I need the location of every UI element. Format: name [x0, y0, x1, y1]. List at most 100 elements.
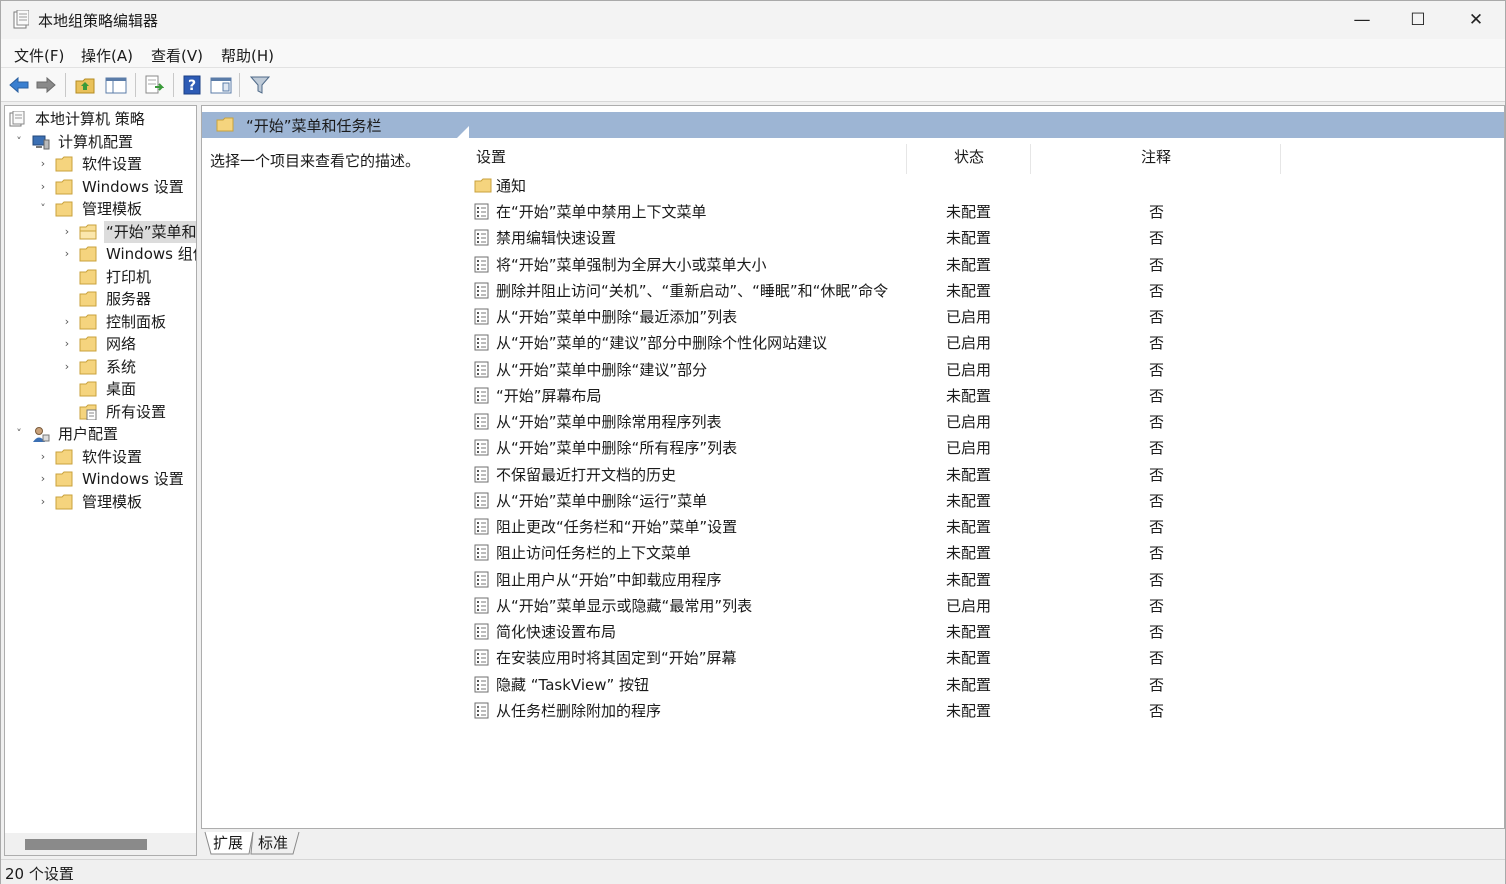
chevron-right-icon[interactable]: ›	[37, 468, 49, 490]
setting-state: 未配置	[946, 570, 992, 589]
column-divider[interactable]	[906, 144, 907, 174]
tree-item-label: 管理模板	[82, 492, 143, 511]
tree-item[interactable]: › Windows 设置	[5, 176, 196, 198]
chevron-right-icon[interactable]: ›	[37, 491, 49, 513]
policy-setting-icon	[474, 466, 489, 482]
folder-open-icon	[79, 224, 97, 239]
setting-row[interactable]: 不保留最近打开文档的历史 未配置 否	[474, 461, 1294, 487]
setting-row[interactable]: 从“开始”菜单中删除“运行”菜单 未配置 否	[474, 487, 1294, 513]
setting-row[interactable]: 从“开始”菜单中删除“最近添加”列表 已启用 否	[474, 303, 1294, 329]
tree-item[interactable]: › 软件设置	[5, 446, 196, 468]
tree-item[interactable]: › 软件设置	[5, 153, 196, 175]
folder-icon	[79, 314, 97, 329]
filter-button[interactable]	[248, 73, 272, 97]
setting-state: 已启用	[946, 360, 992, 379]
tree-item[interactable]: › 系统	[5, 356, 196, 378]
tree-item[interactable]: 打印机	[5, 266, 196, 288]
chevron-right-icon[interactable]: ›	[61, 333, 73, 355]
setting-name: 从“开始”菜单中删除“运行”菜单	[496, 491, 708, 510]
show-hide-tree-button[interactable]	[104, 73, 128, 97]
tab-standard[interactable]: 标准	[254, 832, 292, 854]
tree-item[interactable]: 服务器	[5, 288, 196, 310]
scrollbar-thumb[interactable]	[25, 839, 147, 850]
tree-item[interactable]: › 控制面板	[5, 311, 196, 333]
policy-setting-icon	[474, 387, 489, 404]
setting-row[interactable]: 从“开始”菜单显示或隐藏“最常用”列表 已启用 否	[474, 592, 1294, 618]
setting-row[interactable]: 简化快速设置布局 未配置 否	[474, 618, 1294, 644]
setting-row[interactable]: 阻止更改“任务栏和“开始”菜单”设置 未配置 否	[474, 513, 1294, 539]
show-hide-tree-icon	[105, 77, 127, 94]
chevron-right-icon[interactable]: ›	[37, 446, 49, 468]
menu-help[interactable]: 帮助(H)	[221, 45, 274, 66]
maximize-button[interactable]: ☐	[1389, 1, 1447, 39]
menu-action[interactable]: 操作(A)	[81, 45, 133, 66]
svg-text:?: ?	[188, 78, 196, 94]
tree-item[interactable]: 所有设置	[5, 401, 196, 423]
chevron-right-icon[interactable]: ›	[61, 356, 73, 378]
description-text: 选择一个项目来查看它的描述。	[210, 152, 421, 170]
tree-item[interactable]: › 管理模板	[5, 491, 196, 513]
setting-state: 未配置	[946, 675, 992, 694]
setting-name: 从“开始”菜单显示或隐藏“最常用”列表	[496, 596, 753, 615]
folder-icon	[55, 156, 73, 172]
back-button[interactable]	[7, 73, 31, 97]
setting-row[interactable]: 从“开始”菜单的“建议”部分中删除个性化网站建议 已启用 否	[474, 329, 1294, 355]
menu-file[interactable]: 文件(F)	[14, 45, 64, 66]
properties-button[interactable]	[209, 73, 233, 97]
forward-button[interactable]	[34, 73, 58, 97]
setting-row[interactable]: “开始”屏幕布局 未配置 否	[474, 382, 1294, 408]
tree-item[interactable]: › Windows 组件	[5, 243, 196, 265]
tree-item[interactable]: 本地计算机 策略	[5, 108, 196, 130]
setting-row[interactable]: 从“开始”菜单中删除“所有程序”列表 已启用 否	[474, 434, 1294, 460]
setting-row[interactable]: 在安装应用时将其固定到“开始”屏幕 未配置 否	[474, 644, 1294, 670]
policy-setting-icon	[474, 676, 489, 692]
setting-row[interactable]: 从任务栏删除附加的程序 未配置 否	[474, 697, 1294, 723]
tab-extended[interactable]: 扩展	[209, 832, 247, 854]
menu-view[interactable]: 查看(V)	[151, 45, 203, 66]
setting-row[interactable]: 将“开始”菜单强制为全屏大小或菜单大小 未配置 否	[474, 251, 1294, 277]
tree-item[interactable]: 桌面	[5, 378, 196, 400]
minimize-button[interactable]: —	[1333, 1, 1391, 39]
tree-item[interactable]: › 网络	[5, 333, 196, 355]
setting-row[interactable]: 禁用编辑快速设置 未配置 否	[474, 224, 1294, 250]
chevron-right-icon[interactable]: ›	[37, 176, 49, 198]
chevron-right-icon[interactable]: ›	[37, 153, 49, 175]
policy-setting-icon	[474, 203, 489, 220]
setting-state: 未配置	[946, 518, 992, 536]
setting-row[interactable]: 在“开始”菜单中禁用上下文菜单 未配置 否	[474, 198, 1294, 224]
chevron-right-icon[interactable]: ›	[61, 221, 73, 243]
chevron-down-icon[interactable]: ˅	[13, 423, 25, 445]
tree-item[interactable]: ˅ 计算机配置	[5, 131, 196, 153]
help-button[interactable]: ?	[180, 73, 204, 97]
title-bar[interactable]: 本地组策略编辑器 — ☐ ✕	[1, 1, 1505, 39]
column-divider[interactable]	[1280, 144, 1281, 174]
chevron-right-icon[interactable]: ›	[61, 243, 73, 265]
list-item-folder[interactable]: 通知	[474, 172, 1294, 198]
tree-item[interactable]: › Windows 设置	[5, 468, 196, 490]
setting-note: 否	[1149, 675, 1165, 694]
close-button[interactable]: ✕	[1447, 1, 1505, 39]
setting-state: 未配置	[946, 229, 992, 248]
setting-row[interactable]: 从“开始”菜单中删除“建议”部分 已启用 否	[474, 356, 1294, 382]
policy-setting-icon	[474, 544, 489, 561]
export-list-button[interactable]	[142, 73, 166, 97]
setting-row[interactable]: 隐藏 “TaskView” 按钮 未配置 否	[474, 671, 1294, 697]
tree-item[interactable]: › “开始”菜单和任务栏	[5, 220, 196, 243]
setting-state: 未配置	[946, 465, 992, 484]
chevron-down-icon[interactable]: ˅	[37, 198, 49, 220]
column-divider[interactable]	[1030, 144, 1031, 174]
up-level-button[interactable]	[73, 73, 97, 97]
setting-note: 否	[1149, 649, 1165, 668]
tree-item[interactable]: ˅ 管理模板	[5, 198, 196, 220]
setting-state: 未配置	[946, 623, 992, 641]
setting-row[interactable]: 阻止用户从“开始”中卸载应用程序 未配置 否	[474, 566, 1294, 592]
setting-row[interactable]: 从“开始”菜单中删除常用程序列表 已启用 否	[474, 408, 1294, 434]
tree-item[interactable]: ˅ 用户配置	[5, 423, 196, 445]
setting-row[interactable]: 删除并阻止访问“关机”、“重新启动”、“睡眠”和“休眠”命令 未配置 否	[474, 277, 1294, 303]
chevron-right-icon[interactable]: ›	[61, 311, 73, 333]
tree-item-label: Windows 组件	[106, 245, 196, 263]
chevron-down-icon[interactable]: ˅	[13, 131, 25, 153]
policy-setting-icon	[474, 623, 489, 640]
setting-row[interactable]: 阻止访问任务栏的上下文菜单 未配置 否	[474, 539, 1294, 565]
tree-horizontal-scrollbar[interactable]	[5, 833, 196, 855]
